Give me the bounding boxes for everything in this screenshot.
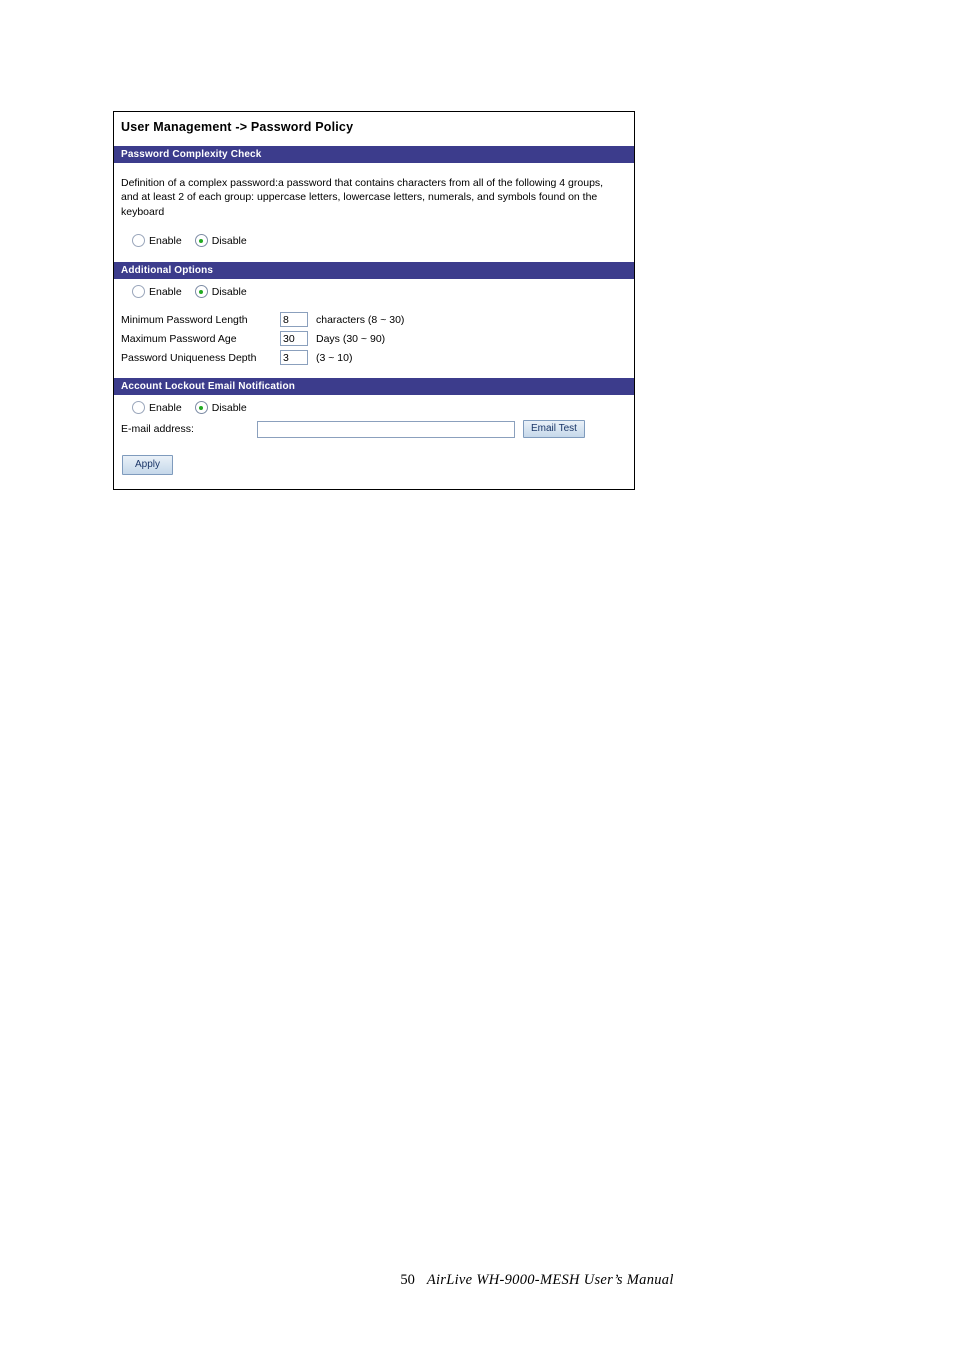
radio-unchecked-icon: [132, 401, 145, 415]
password-uniqueness-depth-label: Password Uniqueness Depth: [121, 351, 257, 364]
maximum-password-age-label: Maximum Password Age: [121, 332, 237, 345]
section-header-account-lockout-email-notification: Account Lockout Email Notification: [114, 378, 634, 396]
field-row-minimum-password-length: Minimum Password Length characters (8 ~ …: [121, 310, 634, 329]
section-body-password-complexity-check: Definition of a complex password:a passw…: [114, 163, 634, 263]
lockout-enable-label: Enable: [149, 401, 182, 414]
page-title: User Management -> Password Policy: [121, 120, 354, 134]
page-footer: 50 AirLive WH-9000-MESH User’s Manual: [0, 1272, 954, 1289]
footer-page-number: 50: [400, 1272, 415, 1288]
complexity-disable-radio[interactable]: Disable: [194, 234, 247, 248]
minimum-password-length-hint: characters (8 ~ 30): [316, 313, 405, 326]
radio-unchecked-icon: [132, 234, 145, 248]
password-uniqueness-depth-input[interactable]: [280, 350, 308, 366]
complexity-disable-label: Disable: [211, 234, 247, 247]
additional-enable-label: Enable: [149, 285, 182, 298]
radio-checked-icon: [194, 285, 208, 299]
email-address-input[interactable]: [257, 420, 515, 438]
section-body-additional-options: Enable Disable Minimum Password Length c…: [114, 279, 634, 378]
complexity-enable-label: Enable: [149, 234, 182, 247]
field-row-password-uniqueness-depth: Password Uniqueness Depth (3 ~ 10): [121, 348, 634, 367]
minimum-password-length-label: Minimum Password Length: [121, 313, 248, 326]
lockout-disable-radio[interactable]: Disable: [194, 401, 247, 415]
lockout-enable-radio[interactable]: Enable: [132, 401, 182, 415]
additional-options-fields: Minimum Password Length characters (8 ~ …: [114, 301, 634, 378]
additional-enable-radio[interactable]: Enable: [132, 285, 182, 299]
footer-manual-title: AirLive WH-9000-MESH User’s Manual: [426, 1272, 674, 1288]
maximum-password-age-input[interactable]: [280, 331, 308, 347]
complexity-radio-group: Enable Disable: [114, 219, 634, 262]
complexity-enable-radio[interactable]: Enable: [132, 234, 182, 248]
email-address-row: E-mail address: Email Test: [114, 415, 634, 441]
radio-checked-icon: [194, 401, 208, 415]
section-header-additional-options: Additional Options: [114, 262, 634, 280]
additional-disable-label: Disable: [211, 285, 247, 298]
lockout-disable-label: Disable: [211, 401, 247, 414]
apply-button[interactable]: Apply: [122, 455, 174, 476]
password-policy-panel: User Management -> Password Policy Passw…: [113, 111, 635, 491]
radio-checked-icon: [194, 234, 208, 248]
additional-disable-radio[interactable]: Disable: [194, 285, 247, 299]
maximum-password-age-hint: Days (30 ~ 90): [316, 332, 386, 345]
radio-unchecked-icon: [132, 285, 145, 299]
apply-button-row: Apply: [114, 441, 634, 489]
email-test-button[interactable]: Email Test: [523, 420, 585, 439]
field-row-maximum-password-age: Maximum Password Age Days (30 ~ 90): [121, 329, 634, 348]
password-uniqueness-depth-hint: (3 ~ 10): [316, 351, 353, 364]
minimum-password-length-input[interactable]: [280, 312, 308, 328]
section-body-account-lockout-email-notification: Enable Disable E-mail address: Email Tes…: [114, 395, 634, 489]
complexity-description: Definition of a complex password:a passw…: [121, 176, 604, 218]
lockout-radio-group: Enable Disable: [114, 395, 634, 415]
section-header-password-complexity-check: Password Complexity Check: [114, 145, 634, 163]
additional-radio-group: Enable Disable: [114, 279, 634, 301]
email-address-label: E-mail address:: [121, 423, 194, 436]
